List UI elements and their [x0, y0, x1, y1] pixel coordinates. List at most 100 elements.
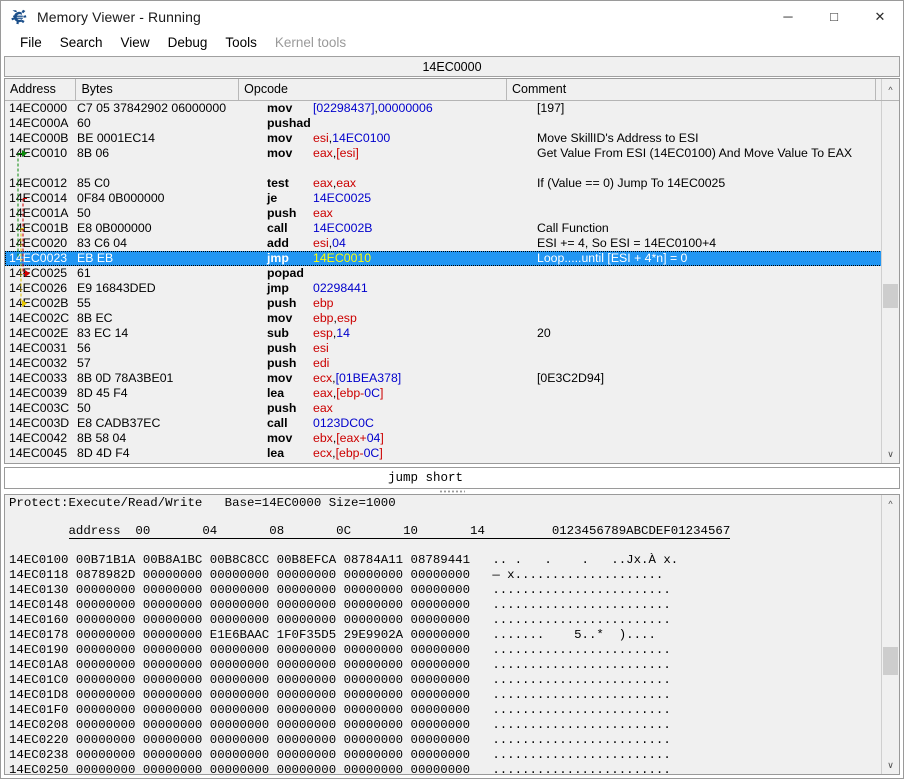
hexdump-row[interactable]: 14EC01D8 00000000 00000000 00000000 0000… — [5, 688, 882, 703]
row-address: 14EC000B — [9, 131, 69, 145]
hex-scrollbar-thumb[interactable] — [883, 647, 898, 675]
row-address: 14EC002C — [9, 311, 70, 325]
row-operands: 14EC002B — [313, 221, 373, 235]
disassembly-row[interactable]: 14EC0000 C7 05 37842902 06000000 mov [02298… — [5, 101, 882, 116]
hexdump-row[interactable]: 14EC0220 00000000 00000000 00000000 0000… — [5, 733, 882, 748]
row-address: 14EC003C — [9, 401, 70, 415]
disassembly-row[interactable]: 14EC0045 8D 4D F4 lea ecx,[ebp-0C] — [5, 446, 882, 461]
row-operands: 02298441 — [313, 281, 368, 295]
disassembly-row[interactable]: 14EC002B 55 push ebp — [5, 296, 882, 311]
hexdump-row[interactable]: 14EC0208 00000000 00000000 00000000 0000… — [5, 718, 882, 733]
disassembly-row[interactable]: 14EC0039 8D 45 F4 lea eax,[ebp-0C] — [5, 386, 882, 401]
disassembly-row[interactable]: 14EC0031 56 push esi — [5, 341, 882, 356]
disassembly-row[interactable]: 14EC001B E8 0B000000 call 14EC002B Call Func… — [5, 221, 882, 236]
disassembly-row[interactable]: 14EC002E 83 EC 14 sub esp,14 20 — [5, 326, 882, 341]
disassembly-row[interactable]: 14EC0026 E9 16843DED jmp 02298441 — [5, 281, 882, 296]
row-mnemonic: jmp — [267, 251, 289, 265]
hexdump-row[interactable]: 14EC01C0 00000000 00000000 00000000 0000… — [5, 673, 882, 688]
row-mnemonic: sub — [267, 326, 289, 340]
row-bytes: E8 CADB37EC — [77, 416, 161, 430]
column-header-address[interactable]: Address — [5, 79, 77, 100]
hexdump-row[interactable]: 14EC0190 00000000 00000000 00000000 0000… — [5, 643, 882, 658]
hexdump-row[interactable]: 14EC0178 00000000 00000000 E1E6BAAC 1F0F… — [5, 628, 882, 643]
row-operands: ecx,[01BEA378] — [313, 371, 402, 385]
row-address: 14EC001A — [9, 206, 69, 220]
disassembly-row[interactable]: 14EC000B BE 0001EC14 mov esi,14EC0100 Move S… — [5, 131, 882, 146]
row-mnemonic: push — [267, 296, 297, 310]
row-operands: ebp,esp — [313, 311, 357, 325]
row-address: 14EC0000 — [9, 101, 68, 115]
hexdump-row[interactable]: 14EC0250 00000000 00000000 00000000 0000… — [5, 763, 882, 774]
disassembly-row[interactable]: 14EC002C 8B EC mov ebp,esp — [5, 311, 882, 326]
row-address: 14EC0033 — [9, 371, 68, 385]
row-bytes: C7 05 37842902 06000000 — [77, 101, 227, 115]
hex-scroll-down-icon[interactable]: ∨ — [882, 757, 899, 774]
scroll-down-icon[interactable]: ∨ — [882, 446, 899, 463]
disassembly-row[interactable]: 14EC003D E8 CADB37EC call 0123DC0C — [5, 416, 882, 431]
menu-debug[interactable]: Debug — [159, 32, 217, 54]
address-bar[interactable]: 14EC0000 — [4, 56, 900, 77]
row-operands: eax,[esi] — [313, 146, 359, 160]
row-comment: [0E3C2D94] — [537, 371, 604, 385]
hexdump-row[interactable]: 14EC01A8 00000000 00000000 00000000 0000… — [5, 658, 882, 673]
column-header-bytes[interactable]: Bytes — [76, 79, 240, 100]
disassembly-row[interactable]: 14EC0023 EB EB jmp 14EC0010 Loop.....until [… — [5, 251, 882, 266]
disassembly-row[interactable]: 14EC0033 8B 0D 78A3BE01 mov ecx,[01BEA378] [… — [5, 371, 882, 386]
disassembly-row[interactable]: 14EC0014 0F84 0B000000 je 14EC0025 — [5, 191, 882, 206]
maximize-button[interactable]: □ — [811, 1, 857, 32]
row-operands: eax,[ebp-0C] — [313, 386, 384, 400]
row-comment: Get Value From ESI (14EC0100) And Move V… — [537, 146, 853, 160]
disassembly-row[interactable]: 14EC0025 61 popad — [5, 266, 882, 281]
disassembler-panel: Address Bytes Opcode Comment ^ 14EC0000 C… — [4, 78, 900, 464]
row-bytes: E9 16843DED — [77, 281, 156, 295]
hexdump-row[interactable]: 14EC0100 00B71B1A 00B8A1BC 00B8C8CC 00B8… — [5, 553, 882, 568]
row-address: 14EC000A — [9, 116, 69, 130]
column-header-comment[interactable]: Comment — [507, 79, 876, 100]
disassembly-row[interactable]: 14EC0042 8B 58 04 mov ebx,[eax+04] — [5, 431, 882, 446]
disassembly-row[interactable]: 14EC0032 57 push edi — [5, 356, 882, 371]
disassembly-row[interactable]: 14EC0020 83 C6 04 add esi,04 ESI += 4, So ES… — [5, 236, 882, 251]
row-address: 14EC001B — [9, 221, 69, 235]
row-comment: Loop.....until [ESI + 4*n] = 0 — [537, 251, 688, 265]
row-operands: ecx,[ebp-0C] — [313, 446, 383, 460]
disassembly-row[interactable]: 14EC001A 50 push eax — [5, 206, 882, 221]
row-mnemonic: add — [267, 236, 289, 250]
close-button[interactable]: ✕ — [857, 1, 903, 32]
hexdump-row[interactable]: 14EC0238 00000000 00000000 00000000 0000… — [5, 748, 882, 763]
row-comment: 20 — [537, 326, 551, 340]
hex-scroll-up-icon[interactable]: ^ — [882, 495, 899, 512]
hexdump-row[interactable]: 14EC0130 00000000 00000000 00000000 0000… — [5, 583, 882, 598]
disassembly-row[interactable]: 14EC000A 60 pushad — [5, 116, 882, 131]
disassembly-row[interactable]: 14EC0010 8B 06 mov eax,[esi] Get Value From … — [5, 146, 882, 176]
column-header-opcode[interactable]: Opcode — [239, 79, 507, 100]
hexdump-row[interactable]: 14EC0160 00000000 00000000 00000000 0000… — [5, 613, 882, 628]
disassembler-rows: 14EC0000 C7 05 37842902 06000000 mov [02298… — [5, 101, 882, 461]
row-mnemonic: mov — [267, 431, 293, 445]
menu-file[interactable]: File — [11, 32, 51, 54]
row-bytes: EB EB — [77, 251, 114, 265]
disassembly-row[interactable]: 14EC0012 85 C0 test eax,eax If (Value == 0) … — [5, 176, 882, 191]
disassembler-scrollbar[interactable]: ∨ — [881, 101, 899, 463]
hexdump-header-text: address 00 04 08 0C 10 14 0123456789ABCD… — [68, 524, 731, 539]
hexdump-scrollbar[interactable]: ^ ∨ — [881, 495, 899, 774]
hexdump-row[interactable]: 14EC0118 0878982D 00000000 00000000 0000… — [5, 568, 882, 583]
minimize-button[interactable]: ─ — [765, 1, 811, 32]
row-bytes: 50 — [77, 206, 91, 220]
row-bytes: 83 C6 04 — [77, 236, 127, 250]
hexdump-row[interactable]: 14EC01F0 00000000 00000000 00000000 0000… — [5, 703, 882, 718]
hexdump-row[interactable]: 14EC0148 00000000 00000000 00000000 0000… — [5, 598, 882, 613]
menu-tools[interactable]: Tools — [216, 32, 266, 54]
row-mnemonic: test — [267, 176, 289, 190]
menu-search[interactable]: Search — [51, 32, 112, 54]
menu-kernel-tools: Kernel tools — [274, 35, 347, 50]
cheat-engine-logo-icon — [10, 8, 28, 26]
hexdump-column-header: address 00 04 08 0C 10 14 0123456789ABCD… — [5, 510, 882, 553]
row-bytes: 55 — [77, 296, 91, 310]
disassembly-row[interactable]: 14EC003C 50 push eax — [5, 401, 882, 416]
menu-view[interactable]: View — [112, 32, 159, 54]
row-mnemonic: mov — [267, 146, 293, 160]
row-bytes: 83 EC 14 — [77, 326, 129, 340]
row-comment: ESI += 4, So ESI = 14EC0100+4 — [537, 236, 717, 250]
scrollbar-thumb[interactable] — [883, 284, 898, 308]
scroll-up-icon[interactable]: ^ — [881, 79, 899, 100]
